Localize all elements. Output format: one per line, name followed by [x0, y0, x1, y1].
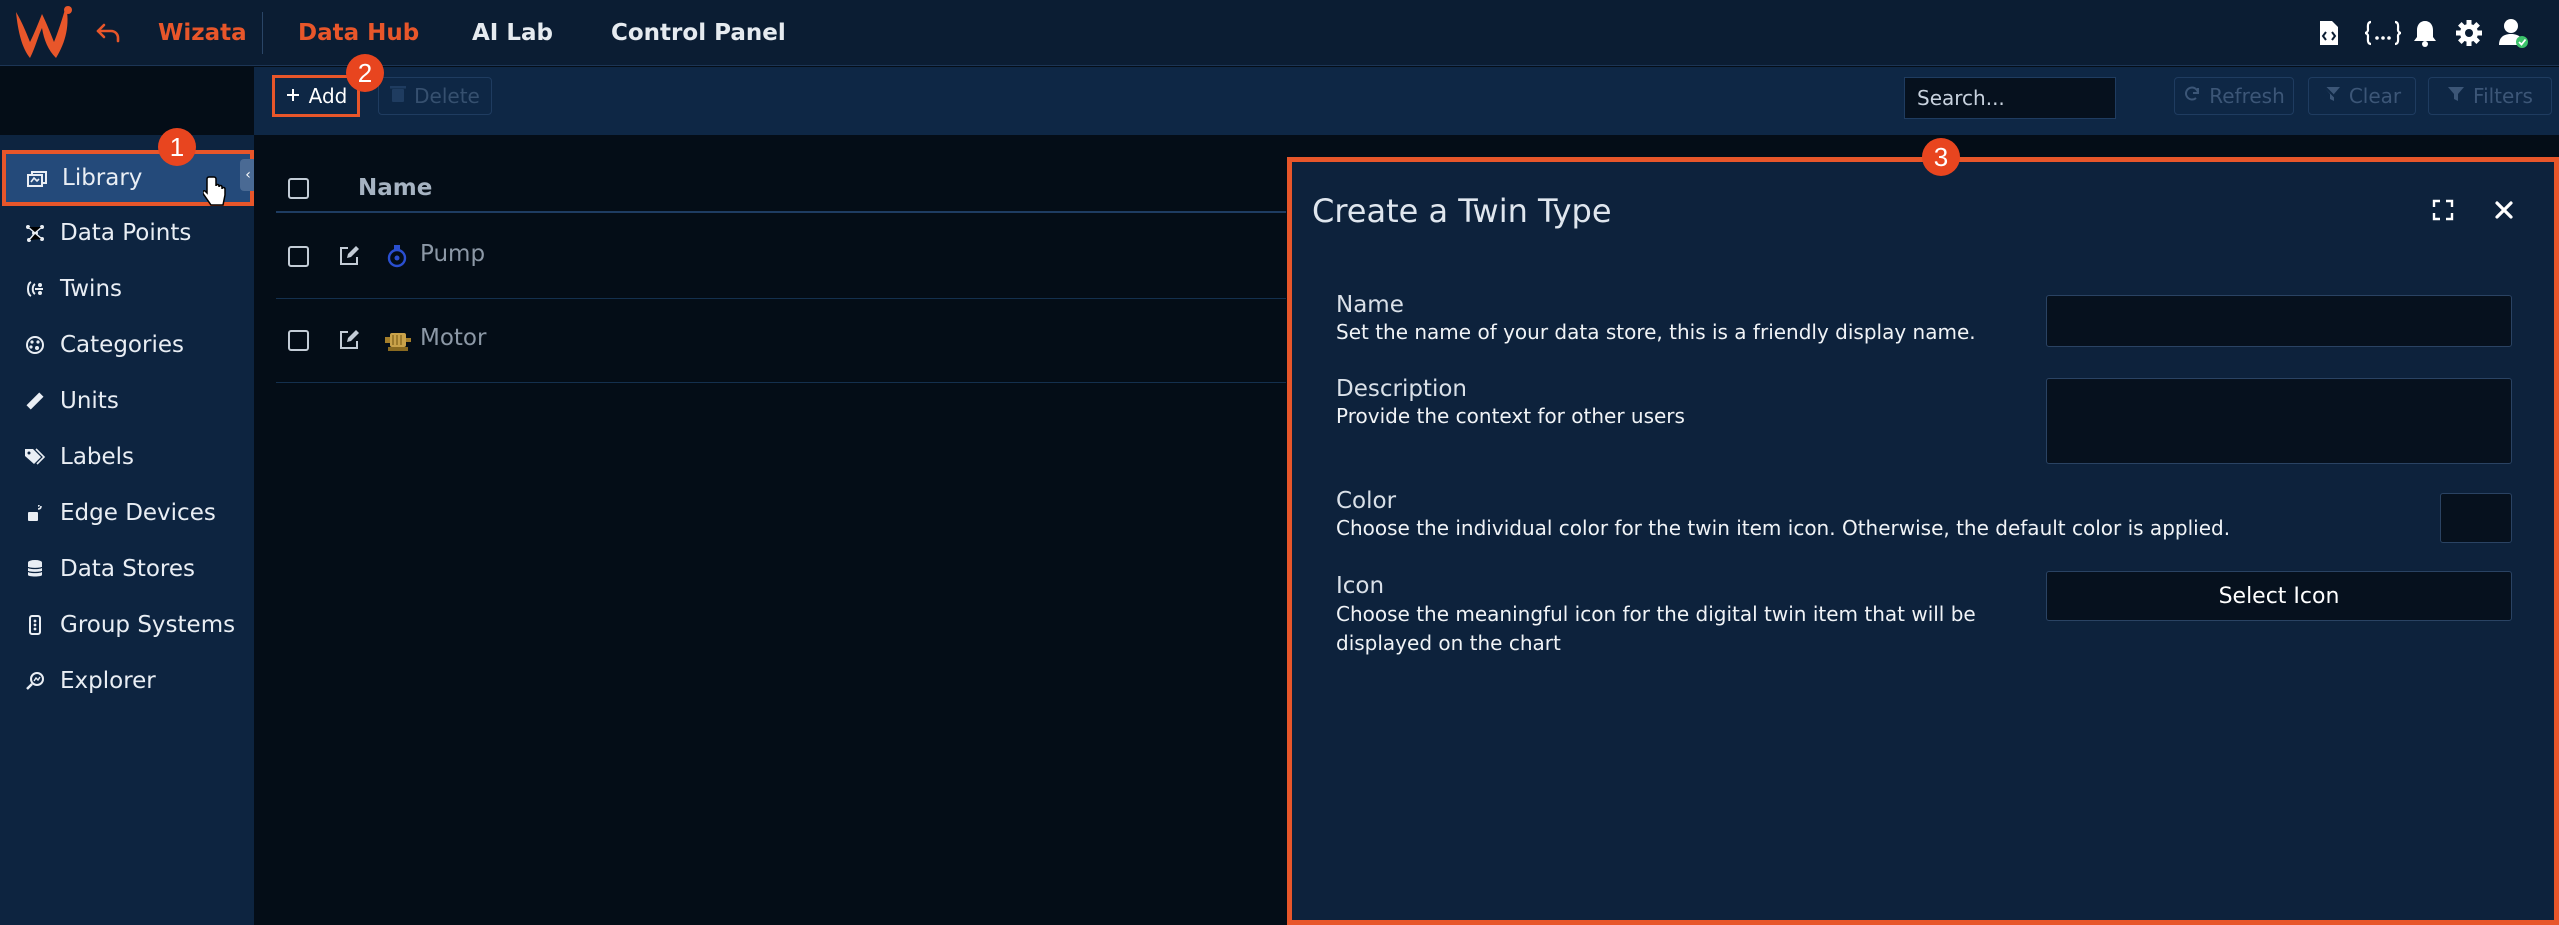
filters-button-label: Filters [2473, 84, 2533, 108]
edit-icon[interactable] [338, 329, 360, 355]
select-all-checkbox[interactable] [288, 178, 309, 199]
refresh-button-label: Refresh [2209, 84, 2285, 108]
sidebar-item-categories[interactable]: Categories [0, 317, 254, 373]
select-icon-button[interactable]: Select Icon [2046, 571, 2512, 621]
sidebar-item-label: Group Systems [60, 612, 236, 638]
sidebar-item-data-points[interactable]: Data Points [0, 205, 254, 261]
code-file-icon[interactable] [2310, 14, 2348, 52]
description-label: Description [1336, 376, 1467, 402]
sidebar-item-explorer[interactable]: Explorer [0, 653, 254, 709]
sidebar-item-label: Data Stores [60, 556, 196, 582]
trash-icon [390, 84, 407, 108]
sidebar-item-twins[interactable]: Twins [0, 261, 254, 317]
twin-types-table: Name Pump Motor [254, 135, 1290, 925]
nav-tab-ai-lab[interactable]: AI Lab [472, 16, 553, 50]
wizata-logo[interactable] [10, 2, 76, 64]
description-description: Provide the context for other users [1336, 404, 1685, 428]
table-row[interactable]: Motor [276, 299, 1286, 383]
icon-label: Icon [1336, 573, 1385, 599]
clear-button-label: Clear [2348, 84, 2402, 108]
search-input[interactable] [1904, 77, 2116, 119]
sidebar-item-data-stores[interactable]: Data Stores [0, 541, 254, 597]
expand-icon[interactable] [2427, 194, 2459, 226]
row-name: Pump [420, 241, 486, 267]
pump-icon [386, 243, 408, 273]
toolbar: Add Delete Refresh Clear Filters [254, 67, 2559, 135]
group-systems-icon [24, 614, 46, 636]
row-name: Motor [420, 325, 487, 351]
color-picker[interactable] [2440, 493, 2512, 543]
column-header-name[interactable]: Name [358, 175, 432, 201]
sidebar-item-label: Data Points [60, 220, 192, 246]
data-points-icon [24, 222, 46, 244]
row-checkbox[interactable] [288, 330, 309, 351]
name-field[interactable] [2046, 295, 2512, 347]
refresh-button[interactable]: Refresh [2174, 77, 2294, 115]
sidebar-item-label: Edge Devices [60, 500, 216, 526]
delete-button[interactable]: Delete [378, 77, 492, 115]
tag-icon [24, 446, 46, 468]
chevron-left-icon: ‹ [245, 167, 251, 183]
categories-icon [24, 334, 46, 356]
add-button-label: Add [308, 84, 348, 108]
motor-icon [384, 329, 412, 357]
sidebar-item-label: Categories [60, 332, 184, 358]
sidebar-item-label: Library [62, 165, 143, 191]
table-header: Name [276, 165, 1286, 213]
step-badge-2: 2 [346, 54, 384, 92]
database-icon [24, 558, 46, 580]
step-badge-1: 1 [158, 128, 196, 166]
sidebar: Library Data Points Twins Categories Uni… [0, 135, 254, 925]
refresh-icon [2183, 84, 2201, 108]
sidebar-item-edge-devices[interactable]: Edge Devices [0, 485, 254, 541]
clear-filter-icon [2323, 84, 2341, 108]
filters-button[interactable]: Filters [2428, 77, 2552, 115]
step-badge-3: 3 [1922, 138, 1960, 176]
plus-icon [285, 84, 301, 108]
top-navigation-bar: Wizata Data Hub AI Lab Control Panel [0, 0, 2559, 66]
name-description: Set the name of your data store, this is… [1336, 320, 1976, 344]
json-braces-icon[interactable] [2360, 14, 2406, 52]
nav-brand-wizata[interactable]: Wizata [158, 16, 247, 50]
nav-divider [262, 12, 263, 54]
ruler-icon [24, 390, 46, 412]
nav-tab-data-hub[interactable]: Data Hub [298, 16, 419, 50]
sidebar-item-label: Explorer [60, 668, 156, 694]
explorer-icon [24, 670, 46, 692]
sidebar-item-group-systems[interactable]: Group Systems [0, 597, 254, 653]
twins-icon [24, 278, 46, 300]
add-button[interactable]: Add [272, 75, 360, 117]
sidebar-item-label: Labels [60, 444, 135, 470]
user-icon[interactable] [2494, 14, 2532, 52]
name-label: Name [1336, 292, 1404, 318]
close-icon[interactable] [2488, 194, 2520, 226]
row-checkbox[interactable] [288, 246, 309, 267]
nav-tab-control-panel[interactable]: Control Panel [611, 16, 786, 50]
edge-device-icon [24, 502, 46, 524]
sidebar-item-units[interactable]: Units [0, 373, 254, 429]
sidebar-item-label: Units [60, 388, 119, 414]
sidebar-item-label: Twins [60, 276, 123, 302]
filter-icon [2447, 84, 2465, 108]
edit-icon[interactable] [338, 245, 360, 271]
bell-icon[interactable] [2406, 14, 2444, 52]
description-field[interactable] [2046, 378, 2512, 464]
pointer-cursor-icon [202, 175, 227, 213]
table-row[interactable]: Pump [276, 215, 1286, 299]
gear-icon[interactable] [2450, 14, 2488, 52]
dialog-title: Create a Twin Type [1312, 192, 1612, 230]
icon-description: Choose the meaningful icon for the digit… [1336, 602, 1976, 655]
color-label: Color [1336, 488, 1397, 514]
clear-button[interactable]: Clear [2308, 77, 2416, 115]
back-icon[interactable] [92, 15, 124, 51]
color-description: Choose the individual color for the twin… [1336, 516, 2231, 540]
sidebar-item-labels[interactable]: Labels [0, 429, 254, 485]
delete-button-label: Delete [414, 84, 480, 108]
library-icon [26, 167, 48, 189]
create-twin-type-dialog: Create a Twin Type Name Set the name of … [1287, 157, 2559, 925]
